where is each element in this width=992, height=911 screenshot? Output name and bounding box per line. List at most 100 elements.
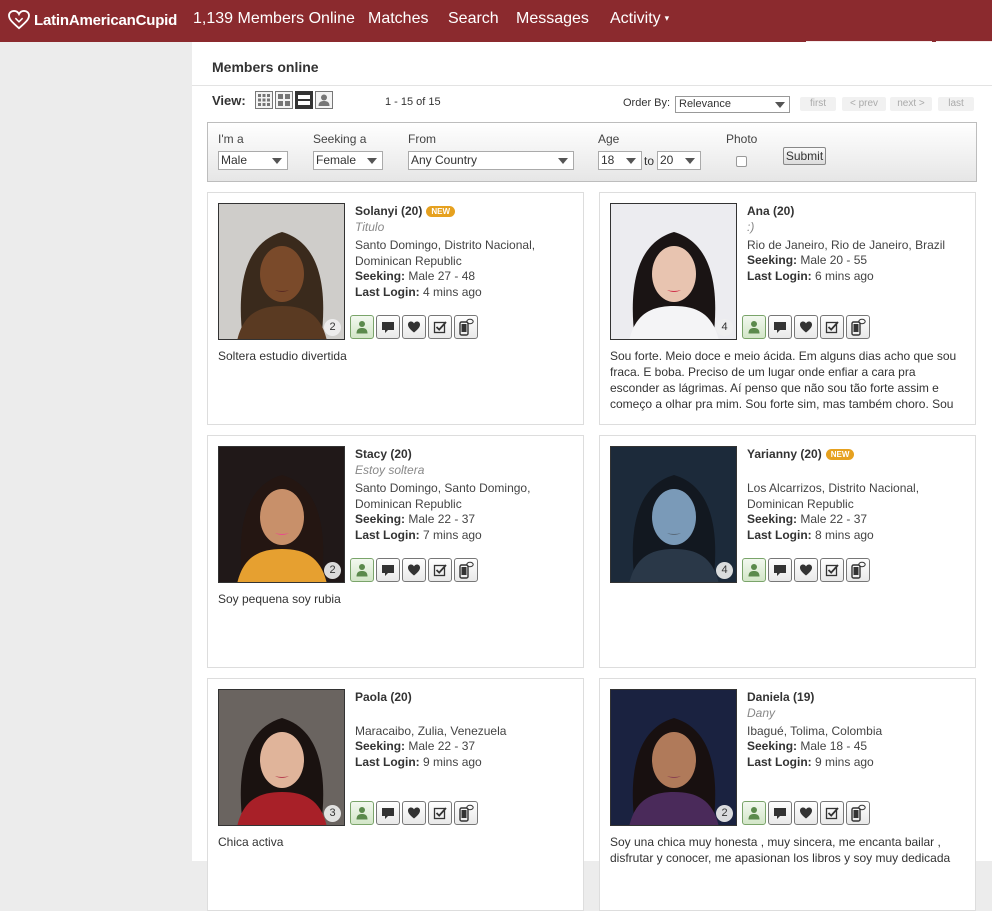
order-by-value: Relevance xyxy=(679,98,731,110)
member-name[interactable]: Paola (20) xyxy=(355,690,412,704)
seeking-select[interactable]: Female xyxy=(313,151,383,170)
shortlist-button[interactable] xyxy=(428,558,452,582)
member-name[interactable]: Yarianny (20) NEW xyxy=(747,447,855,461)
member-location: Maracaibo, Zulia, Venezuela xyxy=(355,724,507,738)
view-profile-button[interactable] xyxy=(350,558,374,582)
member-last-login: Last Login: 8 mins ago xyxy=(747,528,874,542)
mobile-chat-button[interactable] xyxy=(846,558,870,582)
mobile-chat-button[interactable] xyxy=(454,315,478,339)
pager-first-button[interactable]: first xyxy=(800,97,836,111)
member-name-text: Paola (20) xyxy=(355,690,412,704)
shortlist-button[interactable] xyxy=(428,801,452,825)
send-interest-button[interactable] xyxy=(402,315,426,339)
view-profile-button[interactable] xyxy=(742,801,766,825)
send-interest-button[interactable] xyxy=(794,558,818,582)
send-interest-button[interactable] xyxy=(402,558,426,582)
send-interest-button[interactable] xyxy=(794,801,818,825)
mobile-chat-button[interactable] xyxy=(454,558,478,582)
pager-prev-button[interactable]: < prev xyxy=(842,97,886,111)
seeking-label: Seeking: xyxy=(355,739,406,753)
send-message-button[interactable] xyxy=(768,801,792,825)
seeking-value: Male 27 - 48 xyxy=(408,269,476,283)
view-profile-button[interactable] xyxy=(742,558,766,582)
chevron-down-icon xyxy=(272,158,282,164)
member-photo[interactable]: 3 xyxy=(218,689,345,826)
pager-next-button[interactable]: next > xyxy=(890,97,932,111)
mobile-phone-icon xyxy=(459,318,474,336)
chevron-down-icon: ▾ xyxy=(664,13,670,24)
member-seeking: Seeking: Male 27 - 48 xyxy=(355,269,475,283)
member-actions xyxy=(742,801,870,825)
member-name[interactable]: Daniela (19) xyxy=(747,690,814,704)
grid-large-view-icon[interactable] xyxy=(275,91,293,109)
nav-messages[interactable]: Messages xyxy=(516,10,589,28)
shortlist-button[interactable] xyxy=(820,315,844,339)
age-from-select[interactable]: 18 xyxy=(598,151,642,170)
photo-checkbox[interactable] xyxy=(736,156,747,167)
last-login-label: Last Login: xyxy=(747,528,812,542)
send-interest-button[interactable] xyxy=(794,315,818,339)
seeking-value: Male 20 - 55 xyxy=(800,253,868,267)
member-actions xyxy=(350,315,478,339)
im-a-select[interactable]: Male xyxy=(218,151,288,170)
order-by-select[interactable]: Relevance xyxy=(675,96,790,113)
shortlist-button[interactable] xyxy=(820,801,844,825)
nav-members-online[interactable]: 1,139 Members Online xyxy=(193,10,355,28)
member-photo[interactable]: 2 xyxy=(218,203,345,340)
send-message-button[interactable] xyxy=(376,801,400,825)
message-bubble-icon xyxy=(774,808,786,819)
mobile-chat-button[interactable] xyxy=(846,801,870,825)
send-message-button[interactable] xyxy=(376,558,400,582)
nav-matches[interactable]: Matches xyxy=(368,10,428,28)
mobile-phone-icon xyxy=(459,561,474,579)
send-message-button[interactable] xyxy=(768,315,792,339)
member-name[interactable]: Ana (20) xyxy=(747,204,794,218)
member-name-text: Ana (20) xyxy=(747,204,795,218)
seeking-value: Male 22 - 37 xyxy=(408,512,476,526)
nav-activity[interactable]: Activity ▾ xyxy=(610,10,669,28)
view-profile-button[interactable] xyxy=(350,315,374,339)
portrait-image xyxy=(219,204,344,339)
mobile-chat-button[interactable] xyxy=(454,801,478,825)
member-name-text: Yarianny (20) xyxy=(747,447,822,461)
heart-logo-icon xyxy=(8,10,30,30)
member-photo[interactable]: 4 xyxy=(610,446,737,583)
pager-last-button[interactable]: last xyxy=(938,97,974,111)
shortlist-button[interactable] xyxy=(820,558,844,582)
mobile-phone-icon xyxy=(459,804,474,822)
heart-icon xyxy=(408,564,420,576)
chevron-down-icon xyxy=(685,158,695,164)
nav-search[interactable]: Search xyxy=(448,10,499,28)
list-view-icon[interactable] xyxy=(295,91,313,109)
member-photo[interactable]: 2 xyxy=(610,689,737,826)
member-name-text: Stacy (20) xyxy=(355,447,412,461)
send-message-button[interactable] xyxy=(768,558,792,582)
member-headline: Dany xyxy=(747,706,776,720)
member-name[interactable]: Stacy (20) xyxy=(355,447,412,461)
member-actions xyxy=(350,558,478,582)
site-logo[interactable]: LatinAmericanCupid xyxy=(8,9,177,31)
age-to-select[interactable]: 20 xyxy=(657,151,701,170)
member-photo[interactable]: 2 xyxy=(218,446,345,583)
view-profile-button[interactable] xyxy=(742,315,766,339)
results-count: 1 - 15 of 15 xyxy=(385,96,441,108)
country-select[interactable]: Any Country xyxy=(408,151,574,170)
send-interest-button[interactable] xyxy=(402,801,426,825)
member-card: 2 Solanyi (20) NEW Titulo Santo Domingo, … xyxy=(207,192,584,425)
view-label: View: xyxy=(212,93,246,108)
user-icon xyxy=(748,321,760,334)
user-icon xyxy=(748,564,760,577)
im-a-label: I'm a xyxy=(218,132,244,146)
member-name[interactable]: Solanyi (20) NEW xyxy=(355,204,456,218)
view-profile-button[interactable] xyxy=(350,801,374,825)
member-card: 2 Daniela (19) Dany Ibagué, Tolima, Colo… xyxy=(599,678,976,911)
mobile-chat-button[interactable] xyxy=(846,315,870,339)
submit-button[interactable]: Submit xyxy=(783,147,826,165)
grid-small-view-icon[interactable] xyxy=(255,91,273,109)
message-bubble-icon xyxy=(382,322,394,333)
member-photo[interactable]: 4 xyxy=(610,203,737,340)
profile-view-icon[interactable] xyxy=(315,91,333,109)
send-message-button[interactable] xyxy=(376,315,400,339)
last-login-label: Last Login: xyxy=(355,755,420,769)
shortlist-button[interactable] xyxy=(428,315,452,339)
